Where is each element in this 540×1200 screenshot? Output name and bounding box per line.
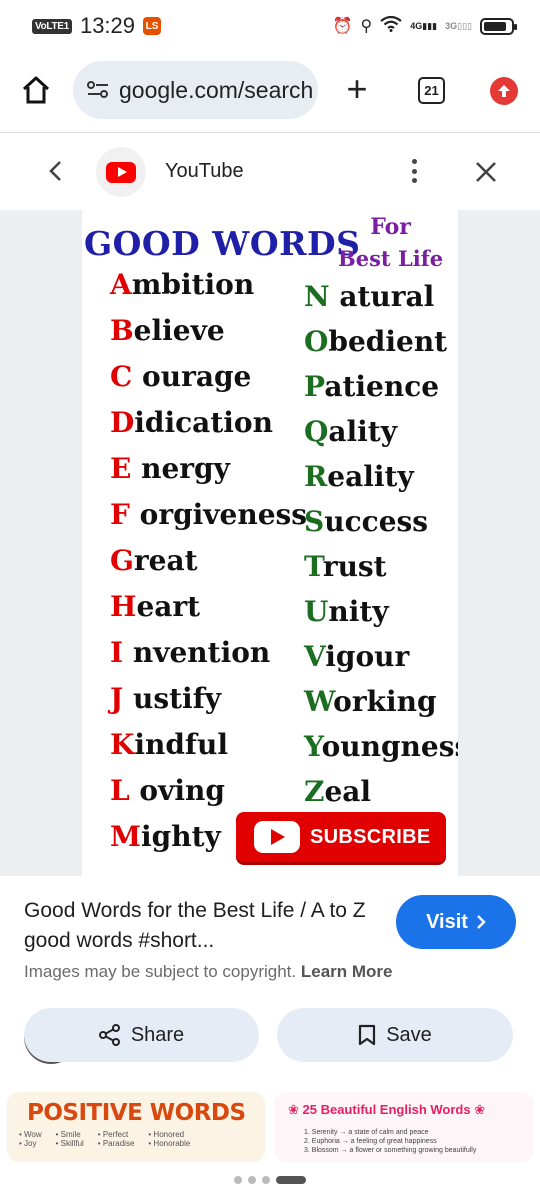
source-logo — [96, 147, 146, 197]
poster-word-y: Youngness — [304, 730, 458, 763]
address-bar[interactable]: google.com/search — [73, 61, 318, 119]
poster-word-c: C ourage — [110, 360, 252, 393]
url-text: google.com/search — [119, 76, 314, 103]
back-button[interactable] — [40, 156, 70, 186]
home-icon — [22, 76, 50, 104]
poster-word-z: Zeal — [304, 775, 372, 808]
related-1-word-column: • Perfect • Paradise — [97, 1130, 135, 1148]
tab-count: 21 — [424, 83, 439, 98]
poster-word-v: Vigour — [304, 640, 410, 673]
plus-icon: + — [346, 68, 368, 109]
related-2-line: 3. Blossom → a flower or something growi… — [304, 1147, 477, 1154]
signal-3g-icon: 3G▯▯▯ — [445, 20, 472, 31]
poster-word-j: J ustify — [110, 682, 222, 715]
location-icon: ⚲ — [360, 18, 373, 35]
signal-4g-icon: 4G▮▮▮ — [410, 20, 438, 31]
chevron-right-icon — [477, 915, 486, 929]
image-preview[interactable]: GOOD WORDS For Best Life Ambition Believe… — [0, 210, 540, 1064]
related-1-word-column: • Wow • Joy — [19, 1130, 42, 1148]
poster-word-t: Trust — [304, 550, 387, 583]
site-settings-icon[interactable] — [87, 81, 109, 99]
poster-word-m: Mighty — [110, 820, 221, 853]
status-time: 13:29 — [79, 13, 136, 38]
share-icon — [98, 1024, 120, 1046]
poster-image: GOOD WORDS For Best Life Ambition Believe… — [82, 210, 458, 876]
poster-word-u: Unity — [304, 595, 389, 628]
alarm-icon: ⏰ — [332, 18, 353, 35]
page-indicator — [0, 1176, 540, 1184]
youtube-logo-icon — [106, 161, 136, 183]
poster-word-w: Working — [304, 685, 437, 718]
related-1-title: POSITIVE WORDS — [27, 1100, 246, 1126]
status-bar: VoLTE1 13:29 LS ⏰ ⚲ 4G▮▮▮ 3G▯▯▯ — [0, 0, 540, 52]
copyright-notice: Images may be subject to copyright. Lear… — [24, 962, 393, 981]
related-2-line: 1. Serenity → a state of calm and peace — [304, 1129, 429, 1136]
visit-button[interactable]: Visit — [396, 895, 516, 949]
more-options-button[interactable] — [404, 156, 424, 186]
home-button[interactable] — [18, 72, 54, 108]
related-1-word-column: • Smile • Skillful — [55, 1130, 84, 1148]
close-icon — [476, 162, 496, 182]
poster-word-o: Obedient — [304, 325, 448, 358]
share-button[interactable]: Share — [24, 1008, 259, 1062]
volte-indicator: VoLTE1 — [32, 18, 72, 34]
status-icons: ⏰ ⚲ 4G▮▮▮ 3G▯▯▯ — [332, 15, 517, 37]
poster-title: GOOD WORDS — [84, 224, 361, 263]
poster-word-k: Kindful — [110, 728, 228, 761]
poster-word-p: Patience — [304, 370, 440, 403]
poster-word-f: F orgiveness — [110, 498, 308, 531]
subscribe-graphic: SUBSCRIBE — [236, 812, 446, 862]
arrow-up-icon — [498, 85, 510, 97]
related-image-1[interactable]: POSITIVE WORDS • Wow • Joy • Smile • Skillf… — [7, 1092, 265, 1162]
poster-word-r: Reality — [304, 460, 414, 493]
app-notification-badge: LS — [143, 17, 162, 35]
poster-word-l: L oving — [110, 774, 225, 807]
poster-word-n: N atural — [304, 280, 435, 313]
image-viewer-header: YouTube — [0, 134, 540, 210]
result-title[interactable]: Good Words for the Best Life / A to Z go… — [24, 896, 384, 956]
poster-word-s: Success — [304, 505, 429, 538]
poster-word-g: Great — [110, 544, 198, 577]
poster-word-a: Ambition — [110, 268, 255, 301]
toolbar-divider — [0, 132, 540, 133]
update-button[interactable] — [490, 77, 518, 105]
learn-more-link[interactable]: Learn More — [301, 962, 393, 981]
related-1-word-column: • Honored • Honorable — [148, 1130, 191, 1148]
save-button[interactable]: Save — [277, 1008, 513, 1062]
bookmark-icon — [359, 1024, 376, 1046]
source-name: YouTube — [165, 160, 244, 182]
poster-word-b: Believe — [110, 314, 225, 347]
poster-word-i: I nvention — [110, 636, 271, 669]
poster-word-e: E nergy — [110, 452, 230, 485]
new-tab-button[interactable]: + — [340, 70, 374, 110]
related-image-2[interactable]: ❀ 25 Beautiful English Words ❀ 1. Sereni… — [274, 1092, 534, 1162]
related-2-line: 2. Euphoria → a feeling of great happine… — [304, 1138, 437, 1145]
battery-icon — [480, 17, 517, 35]
play-icon — [254, 821, 300, 853]
wifi-icon — [380, 15, 402, 37]
poster-word-d: Didication — [110, 406, 273, 439]
poster-subtitle: For Best Life — [338, 214, 444, 271]
browser-toolbar: google.com/search + 21 — [0, 58, 540, 124]
close-button[interactable] — [470, 156, 502, 188]
poster-word-h: Heart — [110, 590, 201, 623]
tab-switcher-button[interactable]: 21 — [418, 77, 445, 104]
chevron-left-icon — [49, 161, 61, 181]
poster-word-q: Qality — [304, 415, 398, 448]
related-2-title: ❀ 25 Beautiful English Words ❀ — [288, 1102, 486, 1117]
